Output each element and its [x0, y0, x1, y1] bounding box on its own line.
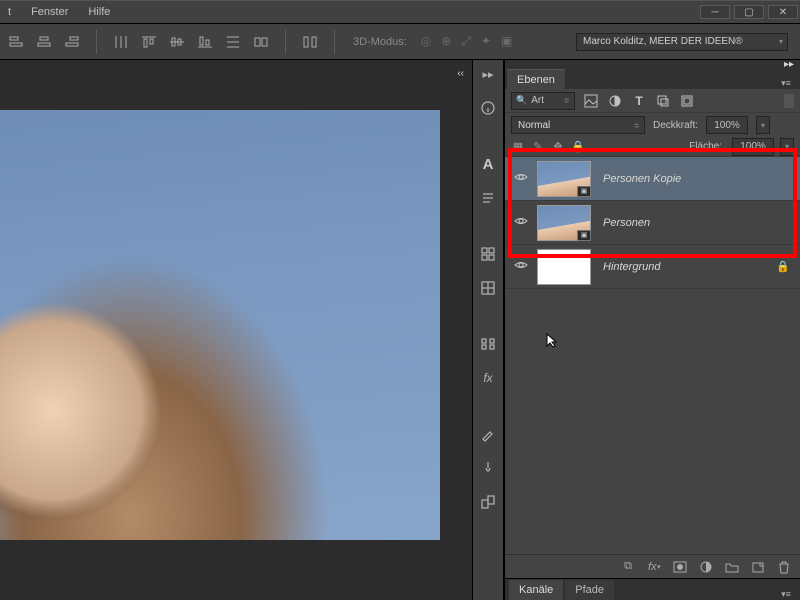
paragraph-panel-icon[interactable] [478, 188, 498, 208]
menu-fenster[interactable]: Fenster [31, 6, 68, 18]
layer-row[interactable]: ▣ Personen Kopie [505, 157, 800, 201]
align-vcenter-icon[interactable] [167, 32, 187, 52]
pixel-filter-icon[interactable] [583, 93, 599, 109]
adjustment-layer-icon[interactable] [698, 559, 714, 575]
dolly-icon: ⤢ [461, 34, 471, 49]
tab-channels[interactable]: Kanäle [509, 580, 563, 600]
document-area[interactable]: ‹‹ [0, 60, 472, 600]
opacity-dropdown-icon[interactable]: ▾ [756, 116, 770, 134]
mode3d-icons: ◎ ⊕ ⤢ ✦ ▣ [421, 34, 513, 49]
grid-panel-icon[interactable] [478, 278, 498, 298]
new-group-icon[interactable] [724, 559, 740, 575]
layer-list[interactable]: ▣ Personen Kopie ▣ Personen Hintergrund … [505, 157, 800, 554]
brush-preset-icon[interactable] [478, 458, 498, 478]
mode3d-label: 3D-Modus: [353, 36, 407, 48]
type-filter-icon[interactable]: T [631, 93, 647, 109]
layer-fx-icon[interactable]: fx▾ [646, 559, 662, 575]
eye-icon[interactable] [514, 170, 528, 187]
layer-row[interactable]: Hintergrund 🔒 [505, 245, 800, 289]
tab-layers[interactable]: Ebenen [507, 69, 565, 89]
rail-collapse-icon[interactable]: ▸▸ [478, 64, 498, 84]
distribute-h-icon[interactable] [111, 32, 131, 52]
workspace-picker[interactable]: Marco Kolditz, MEER DER IDEEN®▾ [576, 33, 788, 51]
brush-panel-icon[interactable] [478, 424, 498, 444]
info-panel-icon[interactable] [478, 98, 498, 118]
orbit-icon: ◎ [421, 34, 431, 49]
lock-position-icon[interactable]: ✥ [551, 140, 565, 154]
filter-toggle[interactable] [784, 94, 794, 108]
layer-mask-icon[interactable] [672, 559, 688, 575]
character-panel-icon[interactable]: A [478, 154, 498, 174]
layer-row[interactable]: ▣ Personen [505, 201, 800, 245]
smartobject-badge-icon: ▣ [577, 230, 591, 241]
delete-layer-icon[interactable] [776, 559, 792, 575]
smartobject-badge-icon: ▣ [577, 186, 591, 197]
cursor-icon [545, 332, 561, 351]
tab-paths[interactable]: Pfade [565, 580, 614, 600]
align-top-icon[interactable] [139, 32, 159, 52]
fill-value[interactable]: 100% [732, 138, 774, 156]
panel-expand-icon[interactable]: ▸▸ [784, 59, 794, 70]
smart-filter-icon[interactable] [679, 93, 695, 109]
eye-icon[interactable] [514, 258, 528, 275]
window-close-icon[interactable]: ✕ [768, 5, 798, 19]
menu-item[interactable]: t [8, 6, 11, 18]
layer-name[interactable]: Personen [603, 217, 650, 229]
styles-panel-icon[interactable]: fx [478, 368, 498, 388]
thumbnails-panel-icon[interactable] [478, 334, 498, 354]
window-max-icon[interactable]: ▢ [734, 5, 764, 19]
opacity-value[interactable]: 100% [706, 116, 748, 134]
swatches-panel-icon[interactable] [478, 244, 498, 264]
filter-kind-picker[interactable]: 🔍Art ≑ [511, 92, 575, 110]
auto-align-icon[interactable] [251, 32, 271, 52]
layer-name[interactable]: Hintergrund [603, 261, 660, 273]
light-icon: ✦ [481, 34, 491, 49]
panel-menu-icon[interactable]: ▾≡ [778, 78, 794, 89]
more-align-icon[interactable] [300, 32, 320, 52]
lock-icon: 🔒 [776, 260, 790, 273]
link-layers-icon[interactable]: ⧉ [620, 559, 636, 575]
camera-icon: ▣ [501, 34, 512, 49]
align-hcenter-icon[interactable] [34, 32, 54, 52]
layer-thumb[interactable]: ▣ [537, 205, 591, 241]
lock-image-icon[interactable]: ✎ [531, 140, 545, 154]
fill-label: Fläche: [689, 141, 722, 152]
align-right-icon[interactable] [62, 32, 82, 52]
distribute-v-icon[interactable] [223, 32, 243, 52]
layer-name[interactable]: Personen Kopie [603, 173, 681, 185]
fill-dropdown-icon[interactable]: ▾ [780, 138, 794, 156]
lock-all-icon[interactable]: 🔒 [571, 140, 585, 154]
align-bottom-icon[interactable] [195, 32, 215, 52]
blend-mode-picker[interactable]: Normal≑ [511, 116, 645, 134]
align-left-icon[interactable] [6, 32, 26, 52]
pan-icon: ⊕ [441, 34, 451, 49]
lock-transparent-icon[interactable]: ▦ [511, 140, 525, 154]
opacity-label: Deckkraft: [653, 120, 698, 131]
layer-thumb[interactable] [537, 249, 591, 285]
layer-thumb[interactable]: ▣ [537, 161, 591, 197]
eye-icon[interactable] [514, 214, 528, 231]
menu-hilfe[interactable]: Hilfe [88, 6, 110, 18]
clone-source-icon[interactable] [478, 492, 498, 512]
new-layer-icon[interactable] [750, 559, 766, 575]
expand-panels-icon[interactable]: ‹‹ [457, 68, 464, 79]
adjust-filter-icon[interactable] [607, 93, 623, 109]
shape-filter-icon[interactable] [655, 93, 671, 109]
subpanel-menu-icon[interactable]: ▾≡ [778, 589, 794, 600]
canvas-image [0, 110, 440, 540]
window-min-icon[interactable]: ─ [700, 5, 730, 19]
